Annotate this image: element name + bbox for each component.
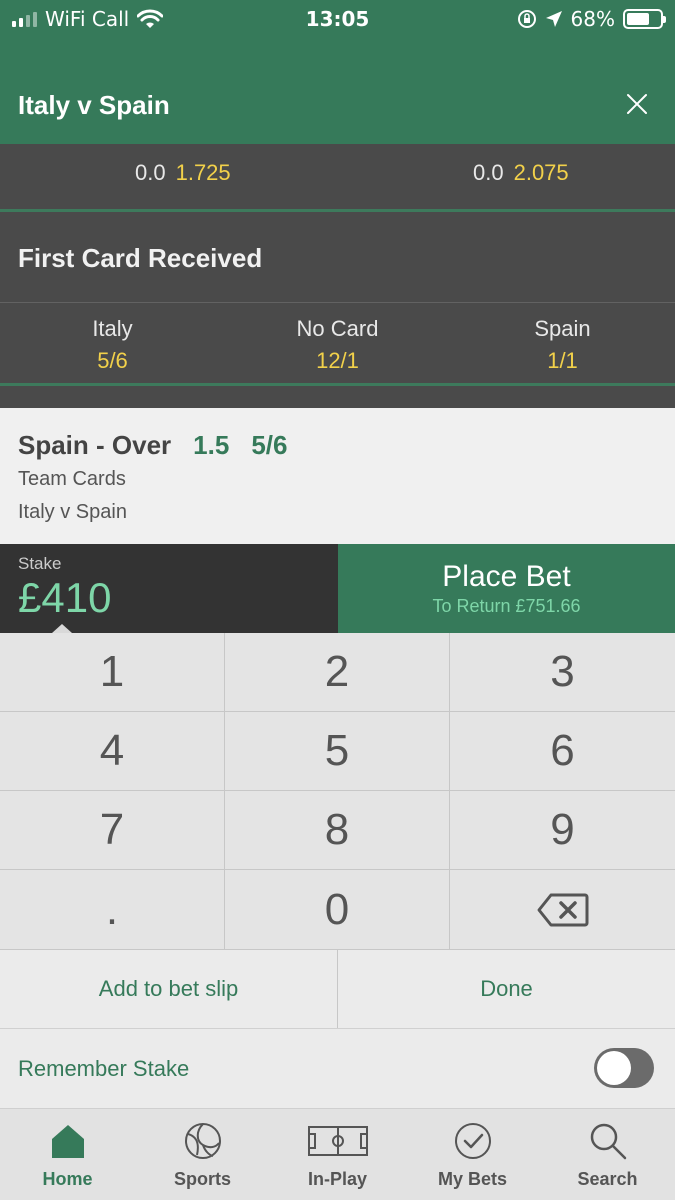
tab-label: My Bets xyxy=(437,1169,508,1189)
key-7[interactable]: 7 xyxy=(0,791,224,869)
key-1[interactable]: 1 xyxy=(0,633,224,711)
to-return-label: To Return £751.66 xyxy=(432,596,581,616)
place-bet-label: Place Bet xyxy=(442,560,571,593)
done-button[interactable]: Done xyxy=(338,950,675,1028)
numeric-keypad: 1 2 3 4 5 6 7 8 9 . 0 xyxy=(0,633,675,949)
selection-market: Team Cards xyxy=(18,468,126,490)
key-9[interactable]: 9 xyxy=(450,791,675,869)
search-icon xyxy=(590,1123,626,1160)
odds-button-home[interactable]: 0.0 1.725 xyxy=(135,160,231,186)
key-decimal[interactable]: . xyxy=(0,870,224,949)
key-6[interactable]: 6 xyxy=(450,712,675,790)
selection-name: Spain - Over xyxy=(18,430,172,460)
backspace-icon xyxy=(537,893,588,926)
handicap-odds-row: 0.0 1.725 0.0 2.075 xyxy=(0,144,675,212)
remember-stake-label: Remember Stake xyxy=(18,1056,190,1081)
toggle-knob xyxy=(597,1051,631,1085)
tab-sports[interactable]: Sports xyxy=(135,1109,270,1200)
selection-title: Spain - Over 1.5 5/6 xyxy=(18,430,287,461)
bet-actions: Add to bet slip Done xyxy=(0,949,675,1028)
selection-event: Italy v Spain xyxy=(18,501,127,523)
tab-search[interactable]: Search xyxy=(540,1109,675,1200)
stake-label: Stake xyxy=(18,554,62,573)
option-price: 5/6 xyxy=(97,348,128,373)
remember-stake-toggle[interactable] xyxy=(594,1048,654,1088)
option-price: 12/1 xyxy=(316,348,359,373)
bottom-tab-bar: Home Sports In-Play My Bets Search xyxy=(0,1108,675,1200)
battery-icon xyxy=(623,9,666,29)
tab-label: Sports xyxy=(173,1169,231,1189)
market-option-italy[interactable]: Italy 5/6 xyxy=(0,316,225,374)
location-arrow-icon xyxy=(545,11,562,27)
key-5[interactable]: 5 xyxy=(225,712,449,790)
key-3[interactable]: 3 xyxy=(450,633,675,711)
market-options: Italy 5/6 No Card 12/1 Spain 1/1 xyxy=(0,304,675,386)
selection-handicap: 1.5 xyxy=(193,430,230,460)
selection-odds: 5/6 xyxy=(251,430,288,460)
stake-value: £410 xyxy=(18,574,112,621)
close-icon[interactable] xyxy=(625,92,649,116)
tab-label: Home xyxy=(42,1169,93,1189)
stake-input[interactable]: Stake £410 xyxy=(0,544,338,633)
tab-label: In-Play xyxy=(307,1169,368,1189)
status-right: 68% xyxy=(517,7,666,31)
key-4[interactable]: 4 xyxy=(0,712,224,790)
orientation-lock-icon xyxy=(517,10,536,28)
option-name: Italy xyxy=(92,316,133,341)
key-2[interactable]: 2 xyxy=(225,633,449,711)
stake-pointer xyxy=(52,624,72,633)
ball-icon xyxy=(184,1123,221,1159)
backspace-key[interactable] xyxy=(450,870,675,949)
tab-in-play[interactable]: In-Play xyxy=(270,1109,405,1200)
odds-line: 0.0 xyxy=(473,160,504,185)
odds-price: 2.075 xyxy=(513,160,569,185)
place-bet-button[interactable]: Place Bet To Return £751.66 xyxy=(338,544,675,633)
battery-percent: 68% xyxy=(570,7,615,31)
status-bar: WiFi Call 13:05 68% xyxy=(0,0,675,40)
header: Italy v Spain xyxy=(0,40,675,144)
tab-home[interactable]: Home xyxy=(0,1109,135,1200)
market-title: First Card Received xyxy=(18,243,263,273)
pitch-icon xyxy=(307,1126,368,1156)
remember-stake-row: Remember Stake xyxy=(0,1028,675,1108)
odds-button-away[interactable]: 0.0 2.075 xyxy=(473,160,569,186)
home-icon xyxy=(51,1125,84,1158)
option-name: Spain xyxy=(534,316,591,341)
market-option-spain[interactable]: Spain 1/1 xyxy=(450,316,675,374)
tab-label: Search xyxy=(577,1169,638,1189)
check-circle-icon xyxy=(454,1123,491,1159)
odds-line: 0.0 xyxy=(135,160,166,185)
tab-my-bets[interactable]: My Bets xyxy=(405,1109,540,1200)
odds-price: 1.725 xyxy=(175,160,231,185)
market-option-no-card[interactable]: No Card 12/1 xyxy=(225,316,450,374)
key-0[interactable]: 0 xyxy=(225,870,449,949)
page-title: Italy v Spain xyxy=(18,90,170,120)
option-price: 1/1 xyxy=(547,348,578,373)
market-header[interactable]: First Card Received xyxy=(0,215,675,303)
key-8[interactable]: 8 xyxy=(225,791,449,869)
bet-selection: Spain - Over 1.5 5/6 Team Cards Italy v … xyxy=(0,408,675,544)
add-to-bet-slip-button[interactable]: Add to bet slip xyxy=(0,950,337,1028)
option-name: No Card xyxy=(296,316,379,341)
